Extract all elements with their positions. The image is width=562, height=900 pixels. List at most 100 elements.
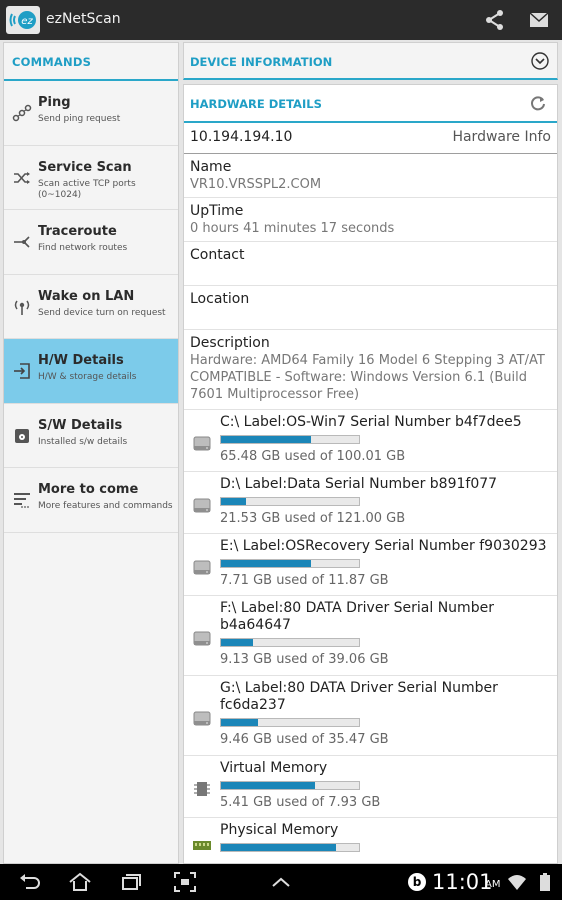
command-desc: Find network routes [38, 243, 128, 253]
ip-address: 10.194.194.10 [190, 129, 293, 145]
commands-header: COMMANDS [4, 43, 178, 81]
command-more[interactable]: More to come More features and commands [4, 468, 178, 533]
system-nav-bar: b 11:01 AM [0, 864, 562, 900]
hardware-card: HARDWARE DETAILS 10.194.194.10 Hardware … [183, 84, 558, 864]
command-desc: Send ping request [38, 114, 121, 124]
refresh-icon[interactable] [529, 94, 547, 112]
storage-title: D:\ Label:Data Serial Number b891f077 [220, 476, 498, 492]
storage-title: E:\ Label:OSRecovery Serial Number f9030… [220, 538, 547, 554]
storage-usage-bar [220, 781, 360, 790]
clock-time: 11:01 [432, 870, 493, 894]
storage-title: G:\ Label:80 DATA Driver Serial Number f… [220, 680, 498, 713]
clock-ampm: AM [485, 879, 501, 890]
command-title: H/W Details [38, 353, 124, 368]
battery-icon [540, 873, 550, 891]
storage-usage-fill [221, 719, 258, 726]
drive-icon [193, 711, 211, 726]
storage-row: E:\ Label:OSRecovery Serial Number f9030… [184, 534, 557, 596]
device-pane: DEVICE INFORMATION HARDWARE DETAILS 10.1… [183, 42, 558, 864]
name-field: Name VR10.VRSSPL2.COM [184, 154, 557, 198]
storage-row: D:\ Label:Data Serial Number b891f077 21.… [184, 472, 557, 534]
storage-usage-bar [220, 435, 360, 444]
storage-usage-bar [220, 497, 360, 506]
disc-icon [15, 428, 29, 443]
command-sw-details[interactable]: S/W Details Installed s/w details [4, 404, 178, 468]
hardware-details-header: HARDWARE DETAILS [184, 85, 557, 123]
mail-icon[interactable] [527, 8, 553, 32]
uptime-field: UpTime 0 hours 41 minutes 17 seconds [184, 198, 557, 242]
home-icon[interactable] [67, 870, 93, 894]
screenshot-icon[interactable] [172, 870, 198, 894]
storage-usage-fill [221, 782, 316, 789]
ping-icon [12, 104, 32, 122]
storage-row: Physical Memory [184, 818, 557, 863]
command-desc: Installed s/w details [38, 436, 128, 447]
storage-title: Virtual Memory [220, 760, 328, 776]
storage-usage-fill [221, 639, 254, 646]
hardware-icon [14, 363, 30, 379]
share-icon[interactable] [482, 8, 508, 32]
more-icon [14, 493, 30, 508]
device-info-header[interactable]: DEVICE INFORMATION [183, 42, 558, 80]
wifi-icon [508, 875, 526, 890]
command-traceroute[interactable]: Traceroute Find network routes [4, 210, 178, 275]
storage-row: F:\ Label:80 DATA Driver Serial Number b… [184, 596, 557, 676]
command-title: Service Scan [38, 159, 132, 175]
drive-icon [193, 631, 211, 646]
command-title: S/W Details [38, 417, 123, 433]
storage-row: Virtual Memory 5.41 GB used of 7.93 GB [184, 756, 557, 818]
content-area: COMMANDS Ping Send ping request Service … [0, 40, 562, 864]
description-field: Description Hardware: AMD64 Family 16 Mo… [184, 330, 557, 410]
command-hw-details[interactable]: H/W Details H/W & storage details [4, 339, 178, 404]
storage-usage-text: 9.13 GB used of 39.06 GB [220, 652, 389, 667]
drive-icon [193, 498, 211, 513]
command-title: Wake on LAN [38, 288, 135, 304]
storage-title: C:\ Label:OS-Win7 Serial Number b4f7dee5 [220, 414, 522, 430]
sync-icon: b [408, 873, 426, 891]
app-logo-icon[interactable]: ez [6, 6, 40, 34]
chip-icon [194, 782, 210, 796]
storage-list: C:\ Label:OS-Win7 Serial Number b4f7dee5… [184, 410, 557, 863]
storage-usage-text: 7.71 GB used of 11.87 GB [220, 573, 389, 588]
contact-field: Contact [184, 242, 557, 286]
route-icon [14, 236, 30, 248]
command-title: Ping [38, 95, 71, 110]
command-service-scan[interactable]: Service Scan Scan active TCP ports (0~10… [4, 146, 178, 210]
chevron-up-icon[interactable] [268, 870, 294, 894]
storage-row: G:\ Label:80 DATA Driver Serial Number f… [184, 676, 557, 756]
command-wake-on-lan[interactable]: Wake on LAN Send device turn on request [4, 275, 178, 339]
recent-apps-icon[interactable] [118, 870, 144, 894]
action-bar: ez ezNetScan [0, 0, 562, 40]
command-desc: Send device turn on request [38, 307, 166, 318]
shuffle-icon [14, 171, 30, 184]
command-title: Traceroute [38, 224, 117, 239]
command-desc: Scan active TCP ports (0~1024) [38, 178, 136, 200]
hardware-info-label: Hardware Info [452, 129, 551, 145]
storage-usage-bar [220, 843, 360, 852]
storage-title: F:\ Label:80 DATA Driver Serial Number b… [220, 600, 494, 633]
svg-text:b: b [413, 875, 422, 889]
svg-text:ez: ez [21, 16, 33, 27]
storage-usage-bar [220, 638, 360, 647]
storage-usage-bar [220, 559, 360, 568]
storage-usage-text: 21.53 GB used of 121.00 GB [220, 511, 406, 526]
chevron-down-icon[interactable] [531, 52, 549, 70]
storage-usage-text: 65.48 GB used of 100.01 GB [220, 449, 406, 464]
storage-usage-text: 5.41 GB used of 7.93 GB [220, 795, 381, 810]
command-desc: H/W & storage details [38, 372, 137, 382]
back-icon[interactable] [16, 870, 42, 894]
ram-icon [193, 841, 211, 850]
storage-usage-bar [220, 718, 360, 727]
drive-icon [193, 436, 211, 451]
commands-pane: COMMANDS Ping Send ping request Service … [3, 42, 179, 864]
storage-usage-fill [221, 844, 336, 851]
storage-usage-fill [221, 560, 311, 567]
command-ping[interactable]: Ping Send ping request [4, 81, 178, 146]
storage-usage-text: 9.46 GB used of 35.47 GB [220, 732, 389, 747]
storage-usage-fill [221, 498, 246, 505]
ip-row: 10.194.194.10 Hardware Info [184, 123, 557, 154]
storage-title: Physical Memory [220, 822, 339, 838]
command-title: More to come [38, 482, 139, 497]
storage-usage-fill [221, 436, 312, 443]
location-field: Location [184, 286, 557, 330]
